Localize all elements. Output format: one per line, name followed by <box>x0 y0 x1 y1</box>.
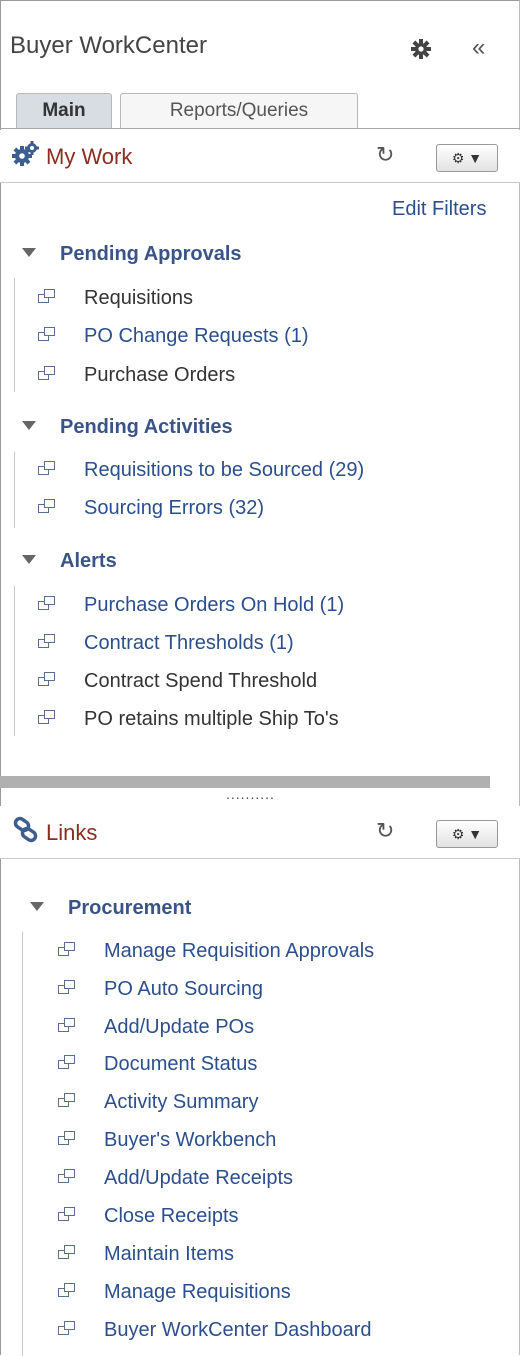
link-page-icon <box>38 710 55 724</box>
collapse-icon[interactable]: « <box>472 34 485 62</box>
actions-gear-icon[interactable]: ⚙ ▼ <box>436 144 498 172</box>
link-page-icon <box>58 1245 75 1259</box>
section-title: Pending Approvals <box>60 243 242 265</box>
link-contract-thresholds[interactable]: Contract Thresholds (1) <box>38 632 294 655</box>
link-page-icon <box>38 366 55 380</box>
link-add-update-receipts[interactable]: Add/Update Receipts <box>58 1167 293 1190</box>
section-title: Pending Activities <box>60 416 233 438</box>
edit-filters-link[interactable]: Edit Filters <box>392 198 486 221</box>
link-add-update-pos[interactable]: Add/Update POs <box>58 1016 254 1039</box>
link-page-icon <box>38 461 55 475</box>
my-work-header: My Work ↻ ⚙ ▼ <box>0 130 520 183</box>
links-header: Links ↻ ⚙ ▼ <box>0 806 520 859</box>
link-page-icon <box>58 1018 75 1032</box>
expand-triangle-icon <box>30 902 44 911</box>
section-title: Procurement <box>68 897 192 919</box>
expand-triangle-icon <box>22 421 36 430</box>
actions-gear-icon[interactable]: ⚙ ▼ <box>436 820 498 848</box>
refresh-icon[interactable]: ↻ <box>376 142 394 168</box>
section-rule <box>14 586 15 736</box>
refresh-icon[interactable]: ↻ <box>376 818 394 844</box>
link-po-change-requests[interactable]: PO Change Requests (1) <box>38 325 309 348</box>
link-po-auto-sourcing[interactable]: PO Auto Sourcing <box>58 978 263 1001</box>
link-page-icon <box>38 672 55 686</box>
links-icon <box>13 816 38 843</box>
link-page-icon <box>58 1169 75 1183</box>
link-page-icon <box>58 1093 75 1107</box>
link-page-icon <box>58 942 75 956</box>
section-pending-approvals[interactable]: Pending Approvals <box>22 243 242 266</box>
splitter-grip[interactable]: .......... <box>226 787 275 801</box>
my-work-title[interactable]: My Work <box>46 144 132 170</box>
link-page-icon <box>58 1055 75 1069</box>
link-buyers-workbench[interactable]: Buyer's Workbench <box>58 1129 276 1152</box>
section-rule <box>14 278 15 392</box>
section-rule <box>14 452 15 528</box>
gear-icon[interactable] <box>410 38 432 60</box>
tab-main[interactable]: Main <box>16 93 112 128</box>
my-work-gears-icon <box>12 141 39 166</box>
tab-reports-queries[interactable]: Reports/Queries <box>120 93 358 128</box>
link-page-icon <box>58 980 75 994</box>
link-manage-requisitions[interactable]: Manage Requisitions <box>58 1281 291 1304</box>
section-rule <box>22 932 23 1356</box>
expand-triangle-icon <box>22 248 36 257</box>
link-page-icon <box>58 1207 75 1221</box>
link-page-icon <box>58 1321 75 1335</box>
tab-divider <box>0 128 520 129</box>
link-contract-spend-threshold[interactable]: Contract Spend Threshold <box>38 670 317 693</box>
expand-triangle-icon <box>22 555 36 564</box>
link-purchase-orders-on-hold[interactable]: Purchase Orders On Hold (1) <box>38 594 344 617</box>
link-maintain-items[interactable]: Maintain Items <box>58 1243 234 1266</box>
link-document-status[interactable]: Document Status <box>58 1053 257 1076</box>
section-pending-activities[interactable]: Pending Activities <box>22 416 233 439</box>
section-procurement[interactable]: Procurement <box>30 897 191 920</box>
section-alerts[interactable]: Alerts <box>22 550 117 573</box>
link-sourcing-errors[interactable]: Sourcing Errors (32) <box>38 497 264 520</box>
link-page-icon <box>38 634 55 648</box>
link-page-icon <box>58 1283 75 1297</box>
link-requisitions-to-be-sourced[interactable]: Requisitions to be Sourced (29) <box>38 459 364 482</box>
link-buyer-workcenter-dashboard[interactable]: Buyer WorkCenter Dashboard <box>58 1319 372 1342</box>
link-close-receipts[interactable]: Close Receipts <box>58 1205 239 1228</box>
link-activity-summary[interactable]: Activity Summary <box>58 1091 258 1114</box>
links-title[interactable]: Links <box>46 820 97 846</box>
link-requisitions[interactable]: Requisitions <box>38 287 193 310</box>
link-page-icon <box>38 289 55 303</box>
link-manage-requisition-approvals[interactable]: Manage Requisition Approvals <box>58 940 374 963</box>
section-title: Alerts <box>60 550 117 572</box>
link-page-icon <box>38 327 55 341</box>
link-page-icon <box>38 596 55 610</box>
link-page-icon <box>58 1131 75 1145</box>
link-purchase-orders[interactable]: Purchase Orders <box>38 364 235 387</box>
link-page-icon <box>38 499 55 513</box>
link-po-retains-multiple-ship-tos[interactable]: PO retains multiple Ship To's <box>38 708 339 731</box>
page-title: Buyer WorkCenter <box>10 32 207 59</box>
